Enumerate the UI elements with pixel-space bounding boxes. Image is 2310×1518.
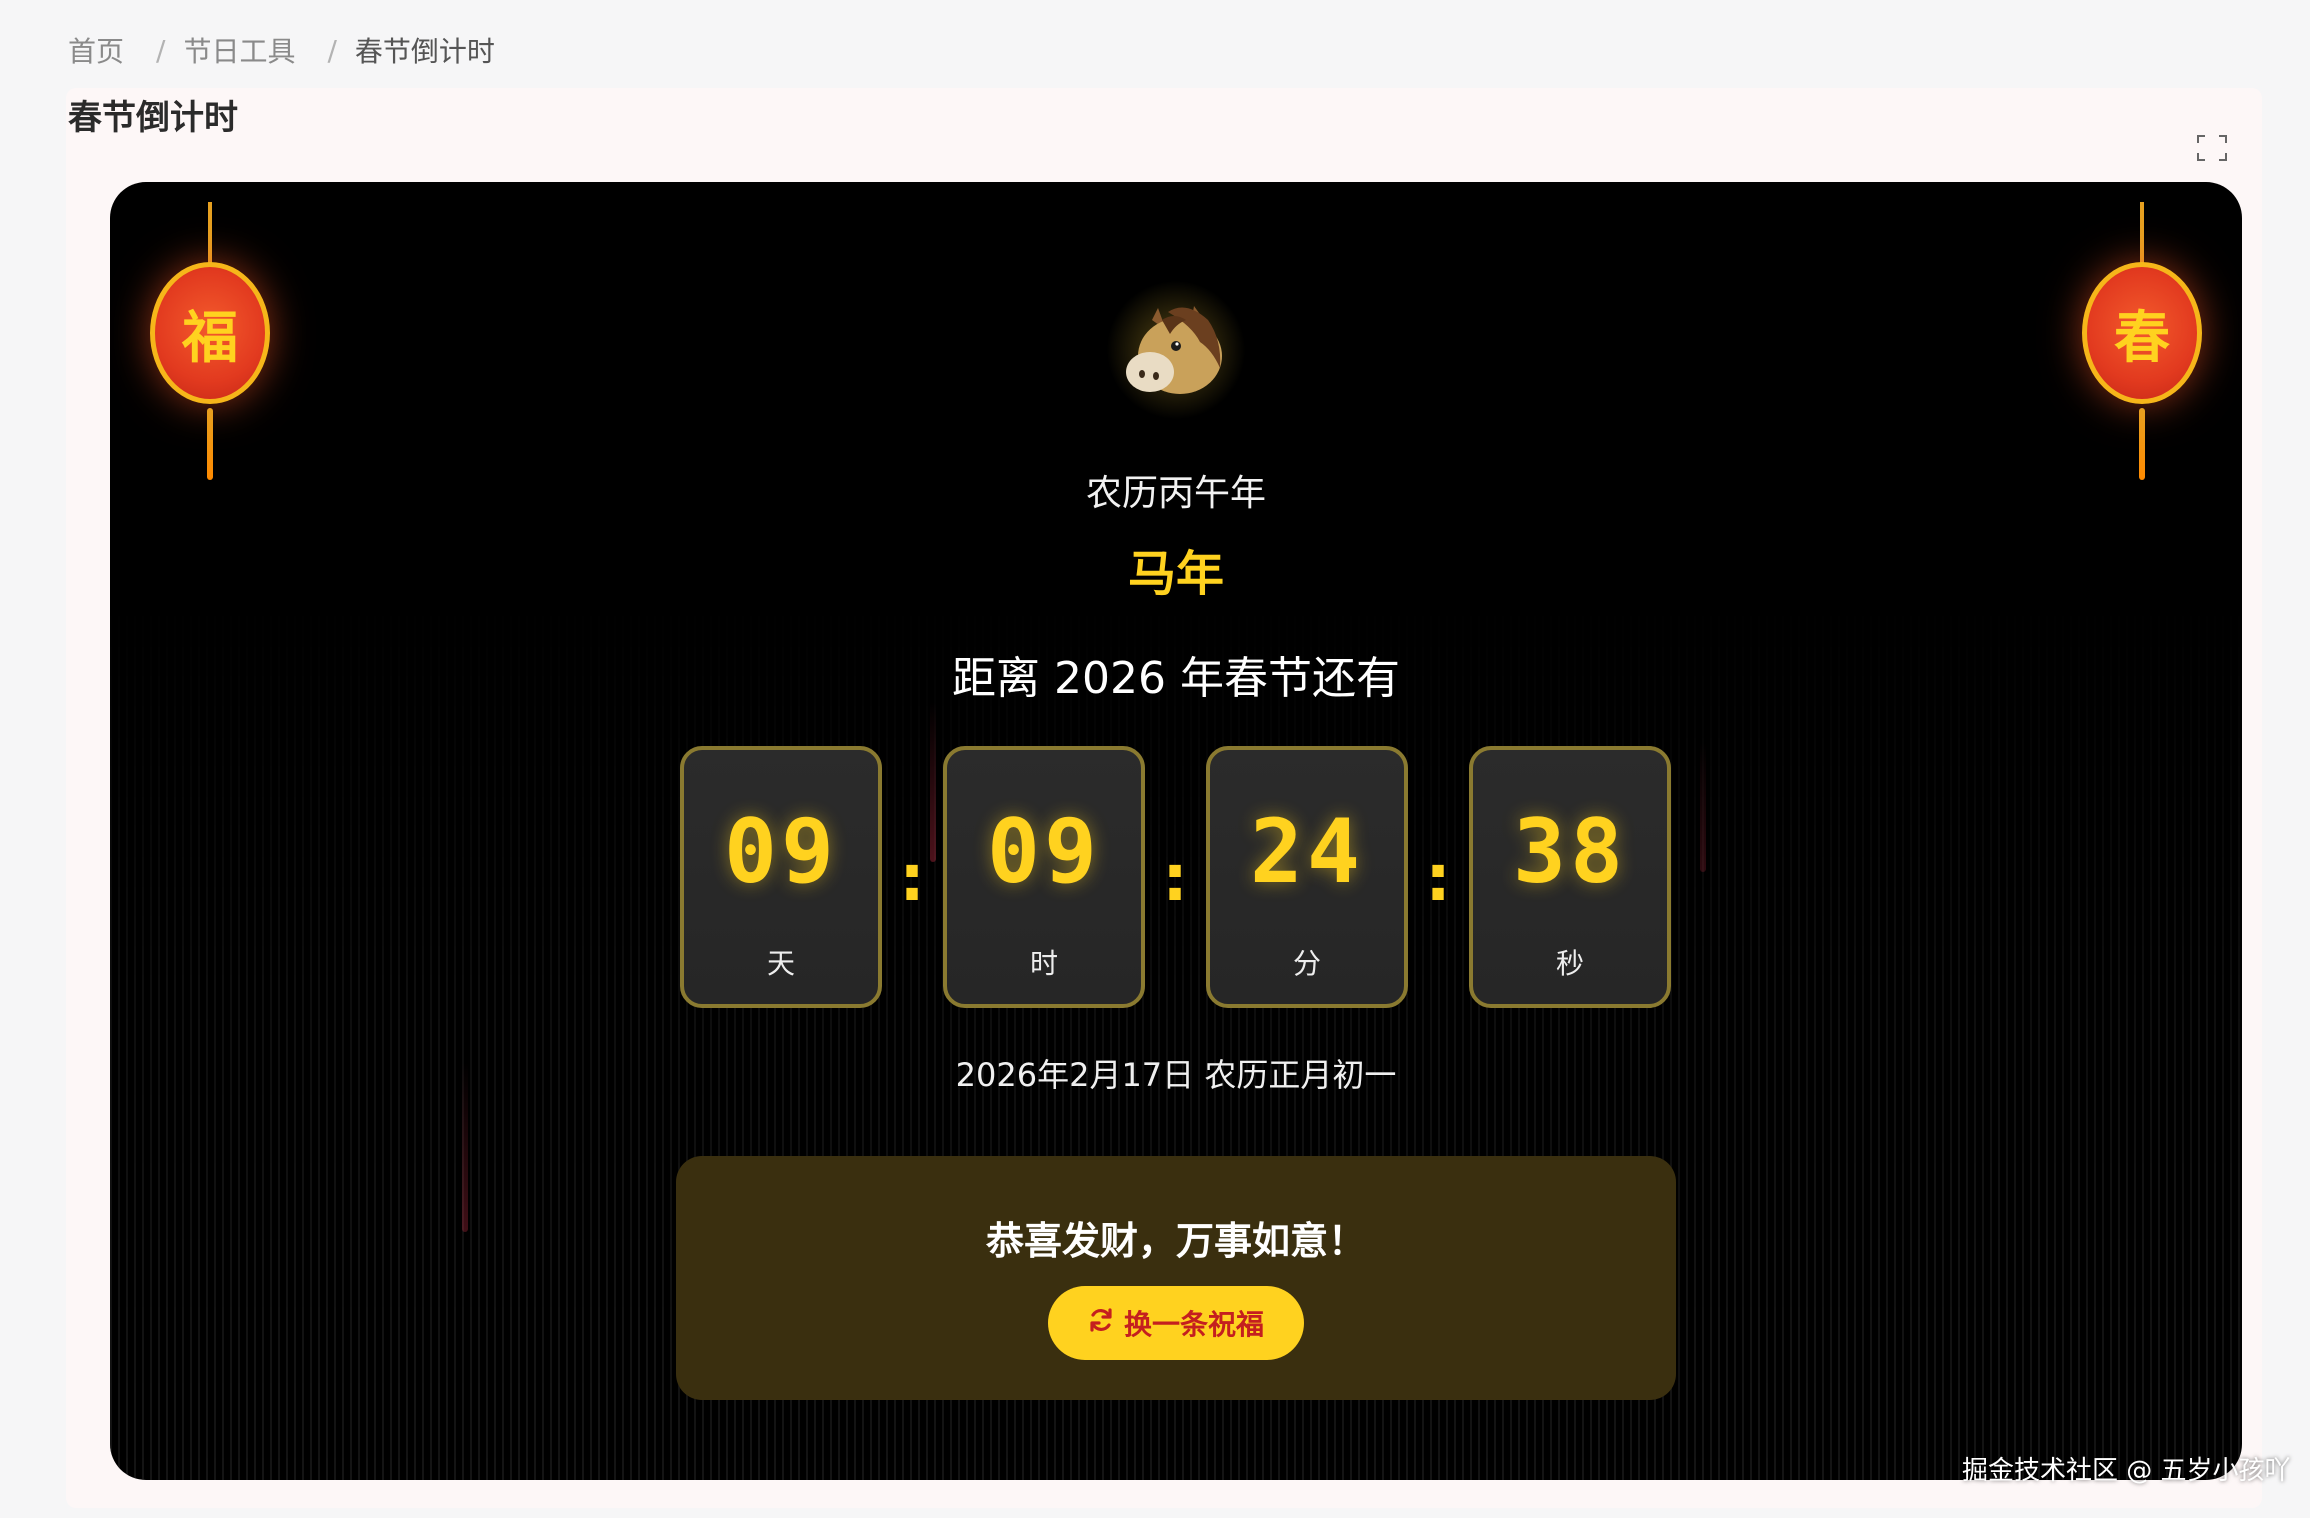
lantern-string xyxy=(2140,202,2144,268)
festival-date: 2026年2月17日 农历正月初一 xyxy=(955,1056,1397,1094)
countdown-title: 距离 2026 年春节还有 xyxy=(952,653,1400,704)
days-label: 天 xyxy=(766,947,795,980)
page-title: 春节倒计时 xyxy=(68,98,238,138)
timer-separator: : xyxy=(1425,842,1451,916)
change-wish-button[interactable]: 换一条祝福 xyxy=(1048,1286,1304,1360)
change-wish-label: 换一条祝福 xyxy=(1123,1308,1264,1341)
hours-label: 时 xyxy=(1029,947,1058,980)
timer-separator: : xyxy=(1162,842,1188,916)
zodiac-year-name: 马年 xyxy=(1127,546,1224,602)
breadcrumb-separator: / xyxy=(327,33,337,67)
seconds-label: 秒 xyxy=(1555,947,1584,980)
lantern-left: 福 xyxy=(150,202,270,482)
countdown-timer: 09 天 : 09 时 : 24 分 : 38 秒 xyxy=(680,746,1680,1010)
timer-separator: : xyxy=(899,842,925,916)
lantern-string xyxy=(208,202,212,268)
minutes-label: 分 xyxy=(1292,947,1321,980)
breadcrumb-separator: / xyxy=(156,33,166,67)
minutes-value: 24 xyxy=(1250,800,1364,903)
seconds-value: 38 xyxy=(1513,800,1627,903)
days-value: 09 xyxy=(724,800,838,903)
hours-value: 09 xyxy=(987,800,1101,903)
lantern-globe: 春 xyxy=(2082,262,2202,404)
breadcrumb-current: 春节倒计时 xyxy=(354,35,495,68)
minutes-box: 24 分 xyxy=(1206,746,1408,1008)
refresh-icon xyxy=(1088,1307,1114,1340)
days-box: 09 天 xyxy=(680,746,882,1008)
watermark: 掘金技术社区 @ 五岁小孩吖 xyxy=(1962,1456,2291,1486)
breadcrumb-festival-tools[interactable]: 节日工具 xyxy=(183,30,295,70)
decor-streak xyxy=(1700,742,1706,872)
fullscreen-icon[interactable] xyxy=(2196,134,2228,162)
wish-card: 恭喜发财，万事如意！ 换一条祝福 xyxy=(676,1156,1676,1400)
lunar-year-label: 农历丙午年 xyxy=(1085,473,1266,514)
lantern-right: 春 xyxy=(2082,202,2202,482)
countdown-stage: 福 春 农历丙午年 马年 距离 2026 年春节还有 09 天 : 09 时:… xyxy=(110,182,2242,1480)
hours-box: 09 时 xyxy=(943,746,1145,1008)
horse-icon xyxy=(1116,290,1236,410)
breadcrumb: 首页 / 节日工具 / 春节倒计时 xyxy=(68,30,495,70)
breadcrumb-home[interactable]: 首页 xyxy=(68,30,124,70)
lantern-globe: 福 xyxy=(150,262,270,404)
wish-text: 恭喜发财，万事如意！ xyxy=(985,1219,1366,1263)
seconds-box: 38 秒 xyxy=(1469,746,1671,1008)
